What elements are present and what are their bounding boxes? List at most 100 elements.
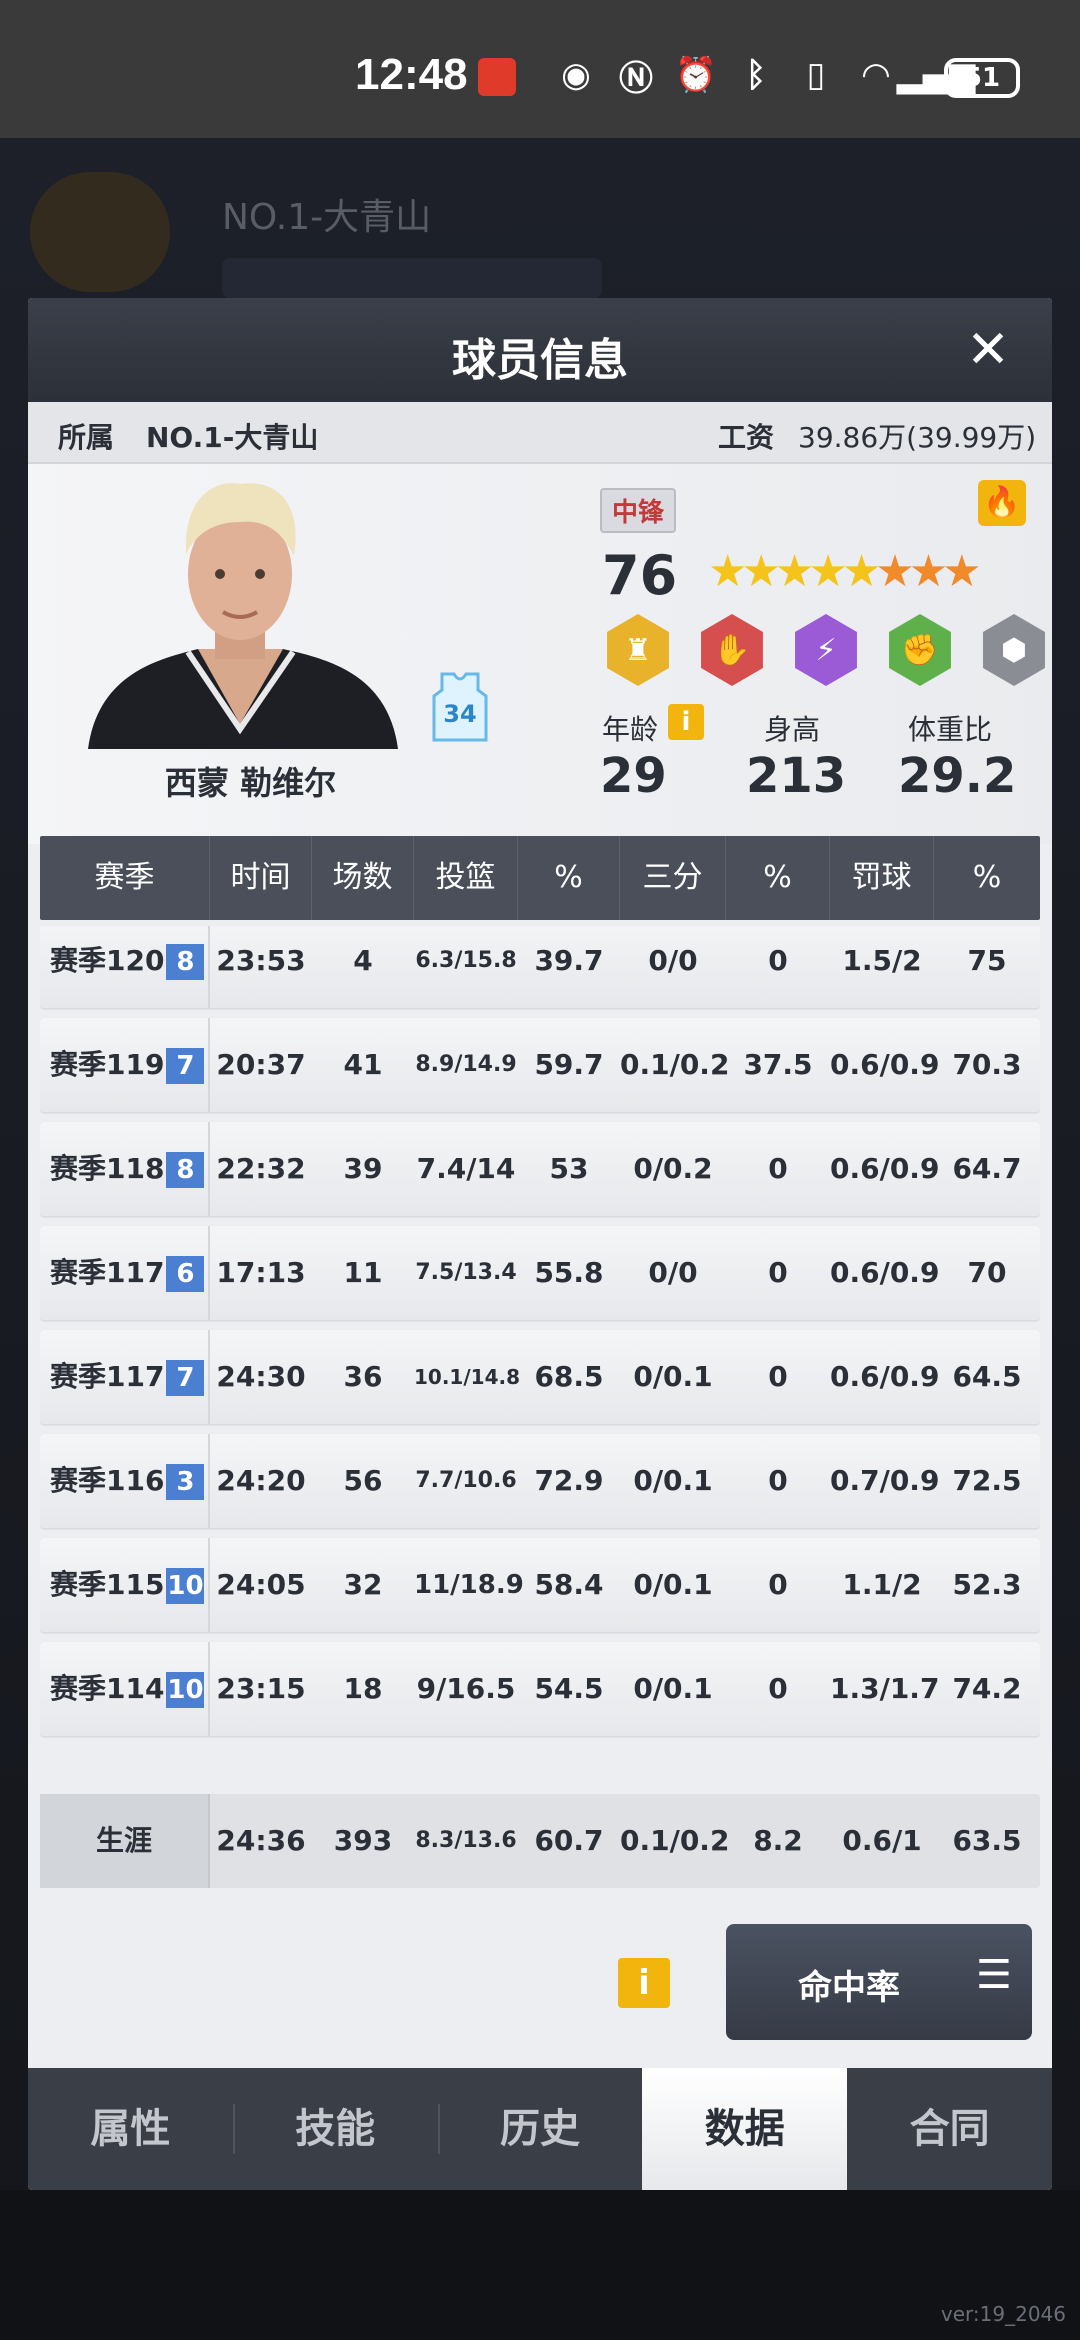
tab-history[interactable]: 历史 [437,2068,643,2190]
player-profile: 34 西蒙 勒维尔 中锋 🔥 76 ★ ★ ★ ★ ★ ★ ★ ★ ♜ ✋ ⚡ … [28,464,1052,844]
season-number: 10 [166,1568,205,1604]
table-row: 赛季116 3 24:20 56 7.7/10.6 72.9 0/0.1 0 0.… [40,1434,1040,1528]
jersey-number: 34 [443,700,476,728]
table-row: 赛季117 6 17:13 11 7.5/13.4 55.8 0/0 0 0.6/… [40,1226,1040,1320]
season-number: 8 [166,944,205,980]
season-number: 7 [166,1360,205,1396]
nfc-icon: Ⓝ [619,58,653,99]
age-info-icon[interactable]: i [668,704,704,740]
star-icon: ★ [942,546,982,597]
muscle-medal-icon[interactable]: ✊ [889,614,951,686]
alarm-icon: ⏰ [674,55,718,95]
cell-fg-pct: 72.9 [534,1464,604,1497]
salary-label: 工资 [718,421,775,454]
career-fg: 8.3/13.6 [415,1828,517,1853]
career-ft-pct: 63.5 [952,1824,1022,1857]
cell-three: 0/0.1 [633,1464,713,1497]
post-player-medal-icon[interactable]: ♜ [607,614,669,686]
cell-three-pct: 0 [768,1360,788,1393]
bluetooth-icon: ᛒ [745,55,767,95]
cell-fg-pct: 59.7 [534,1048,604,1081]
hit-rate-label: 命中率 [798,1968,900,2008]
stats-table-header: 赛季 时间 场数 投篮 % 三分 % 罚球 % [40,836,1040,920]
cell-three: 0/0.1 [633,1360,713,1393]
season-label: 赛季118 [50,1152,165,1185]
cell-ft-pct: 74.2 [952,1672,1022,1705]
cell-games: 36 [343,1360,383,1393]
career-time: 24:36 [216,1824,306,1857]
cell-fg-pct: 58.4 [534,1568,604,1601]
cell-three-pct: 0 [768,944,788,977]
column-header: 时间 [210,836,312,920]
wifi-icon: ◠ [862,55,890,95]
cell-fg: 7.7/10.6 [415,1468,517,1493]
age-value: 29 [600,748,667,804]
column-header: 三分 [620,836,726,920]
career-fg-pct: 60.7 [534,1824,604,1857]
season-number: 10 [166,1672,205,1708]
info-icon[interactable]: i [618,1958,670,2008]
stats-table-body[interactable]: 赛季120 8 23:53 4 6.3/15.8 39.7 0/0 0 1.5/2… [40,926,1040,1760]
cell-fg: 9/16.5 [416,1672,516,1705]
background-resource-bar [222,258,602,298]
cell-time: 17:13 [216,1256,306,1289]
cell-ft-pct: 70.3 [952,1048,1022,1081]
cell-ft: 1.1/2 [842,1568,922,1601]
column-header: 罚球 [830,836,934,920]
position-badge: 中锋 [600,488,677,533]
status-bar: 12:48 ◉ Ⓝ ⏰ ᛒ ▯ ◠ ▂▄▆ 51 [0,0,1080,138]
tab-attributes[interactable]: 属性 [28,2068,233,2190]
lightning-medal-icon[interactable]: ⚡ [795,614,857,686]
cell-three-pct: 37.5 [743,1048,813,1081]
star-rating: ★ ★ ★ ★ ★ ★ ★ ★ [708,548,982,596]
table-row: 赛季114 10 23:15 18 9/16.5 54.5 0/0.1 0 1.3… [40,1642,1040,1736]
column-header: 场数 [312,836,414,920]
table-row: 赛季119 7 20:37 41 8.9/14.9 59.7 0.1/0.2 37… [40,1018,1040,1112]
cell-three-pct: 0 [768,1464,788,1497]
fire-icon[interactable]: 🔥 [978,480,1026,526]
table-row: 赛季120 8 23:53 4 6.3/15.8 39.7 0/0 0 1.5/2… [40,926,1040,1008]
cell-fg-pct: 39.7 [534,944,604,977]
weight-ratio-value: 29.2 [898,748,1017,804]
cell-games: 39 [343,1152,383,1185]
career-label: 生涯 [40,1794,210,1888]
background-bottom-nav [0,2190,1080,2340]
modal-title: 球员信息 [452,335,628,386]
hands-medal-icon[interactable]: ✋ [701,614,763,686]
career-ft: 0.6/1 [842,1824,922,1857]
cell-ft-pct: 52.3 [952,1568,1022,1601]
table-row: 赛季115 10 24:05 32 11/18.9 58.4 0/0.1 0 1.… [40,1538,1040,1632]
locked-medal-icon[interactable]: ⬢ [983,614,1045,686]
team-info-bar: 所属 NO.1-大青山 工资 39.86万(39.99万) [28,402,1052,464]
season-label: 赛季116 [50,1464,165,1497]
cell-ft: 1.5/2 [842,944,922,977]
career-three-pct: 8.2 [753,1824,803,1857]
career-row: 生涯 24:36 393 8.3/13.6 60.7 0.1/0.2 8.2 0… [40,1794,1040,1888]
cell-ft: 0.6/0.9 [830,1048,940,1081]
cell-fg: 10.1/14.8 [414,1365,520,1389]
career-games: 393 [333,1824,393,1857]
menu-icon: ☰ [976,1952,1012,1998]
background-team-name: NO.1-大青山 [222,197,432,238]
cell-ft-pct: 75 [967,944,1007,977]
season-label: 赛季117 [50,1256,165,1289]
cell-fg-pct: 55.8 [534,1256,604,1289]
tab-skills[interactable]: 技能 [232,2068,438,2190]
close-button[interactable]: ✕ [960,322,1016,378]
version-label: ver:19_2046 [940,2302,1066,2326]
cell-fg: 8.9/14.9 [415,1052,517,1077]
cell-three: 0/0.1 [633,1568,713,1601]
season-label: 赛季115 [50,1568,165,1601]
app-notification-icon [478,58,516,96]
cell-ft: 0.6/0.9 [830,1360,940,1393]
trait-medals: ♜ ✋ ⚡ ✊ ⬢ [602,614,1050,686]
cell-ft-pct: 72.5 [952,1464,1022,1497]
cell-fg: 6.3/15.8 [415,948,517,973]
cell-games: 41 [343,1048,383,1081]
vibrate-icon: ▯ [806,55,826,95]
hit-rate-dropdown-button[interactable]: 命中率 ☰ [726,1924,1032,2040]
cell-three: 0/0 [648,1256,698,1289]
tab-data[interactable]: 数据 [642,2068,848,2190]
table-row: 赛季118 8 22:32 39 7.4/14 53 0/0.2 0 0.6/0.… [40,1122,1040,1216]
tab-contract[interactable]: 合同 [847,2068,1052,2190]
